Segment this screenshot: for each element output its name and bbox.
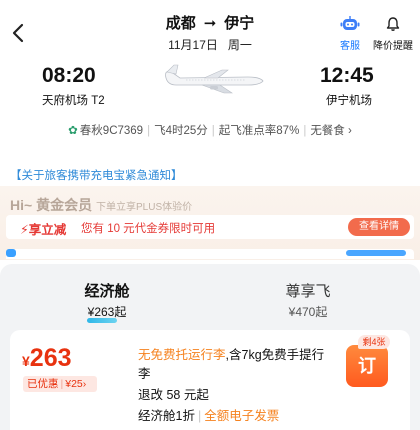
book-button[interactable]: 订 — [346, 345, 388, 387]
price-alert-button[interactable]: 降价提醒 — [368, 16, 418, 52]
coupon-promo-bar[interactable]: ⚡享立减 您有 10 元代金券限时可用 查看详情 — [6, 215, 414, 239]
chevron-right-icon: › — [344, 125, 352, 137]
lightning-icon: ⚡ — [20, 223, 29, 237]
from-city: 成都 — [165, 15, 196, 32]
fare-price: ¥263 — [22, 344, 72, 373]
tab-premium-name: 尊享飞 — [285, 283, 331, 300]
baggage-highlight: 无免费托运行李 — [138, 348, 226, 362]
customer-service-label: 客服 — [340, 41, 360, 52]
arrival-airport: 伊宁机场 — [326, 95, 372, 107]
peek-left-marker — [6, 249, 16, 257]
departure-airport: 天府机场 T2 — [42, 95, 105, 107]
airline-logo-icon: ✿ — [68, 125, 78, 137]
robot-icon — [340, 16, 360, 30]
promo-tag: ⚡享立减 — [20, 219, 66, 238]
discount-label: 已优惠 — [27, 378, 59, 390]
member-subtitle: 下单立享PLUS体验价 — [96, 202, 193, 213]
to-city: 伊宁 — [224, 15, 255, 32]
price-alert-label: 降价提醒 — [373, 41, 413, 52]
tab-economy[interactable]: 经济舱 ¥263起 — [47, 280, 167, 323]
power-bank-notice-link[interactable]: 【关于旅客携带充电宝紧急通知】 — [10, 167, 183, 183]
refund-info[interactable]: 退改 58 元起 — [138, 384, 209, 403]
departure-time: 08:20 — [42, 64, 96, 87]
active-tab-indicator — [87, 318, 117, 323]
flight-duration: 飞4时25分 — [154, 125, 208, 137]
tab-economy-name: 经济舱 — [84, 283, 130, 300]
arrival-time: 12:45 — [320, 64, 374, 87]
chevron-right-icon: › — [82, 378, 87, 390]
date-text: 11月17日 — [168, 38, 218, 52]
divider: | — [147, 125, 151, 137]
divider: | — [60, 378, 64, 390]
partially-hidden-card — [6, 249, 414, 259]
top-bar: 成都 ➞ 伊宁 11月17日 周一 客服 降价提醒 — [0, 0, 420, 62]
tab-premium-price: ¥470起 — [288, 305, 328, 319]
currency-symbol: ¥ — [22, 353, 30, 369]
promo-tag-label: 享立减 — [28, 223, 67, 237]
view-details-button[interactable]: 查看详情 — [348, 218, 410, 236]
divider: | — [197, 409, 202, 423]
member-title: Hi~ 黄金会员 — [10, 197, 93, 213]
flight-info-row[interactable]: ✿ 春秋9C7369 | 飞4时25分 | 起飞准点率87% | 无餐食 › — [0, 122, 420, 138]
discount-badge[interactable]: 已优惠 | ¥25› — [23, 376, 97, 392]
meal-info: 无餐食 — [310, 125, 345, 137]
baggage-info: 无免费托运行李,含7kg免费手提行李 — [138, 346, 328, 384]
invoice-info: 全额电子发票 — [204, 409, 280, 423]
discount-value: ¥25 — [65, 378, 83, 390]
fare-price-value: 263 — [29, 344, 72, 372]
on-time-rate: 起飞准点率87% — [218, 125, 300, 137]
divider: | — [303, 125, 307, 137]
cabin-class-discount: 经济舱1折 — [138, 409, 195, 423]
peek-right-marker — [346, 250, 406, 256]
bell-icon — [386, 17, 400, 31]
route-arrow-icon: ➞ — [203, 15, 217, 32]
airplane-icon — [165, 64, 264, 94]
weekday-text: 周一 — [227, 38, 252, 52]
promo-text: 您有 10 元代金券限时可用 — [81, 223, 216, 235]
customer-service-button[interactable]: 客服 — [334, 16, 366, 52]
airline-flight-number: 春秋9C7369 — [79, 125, 144, 137]
divider: | — [211, 125, 215, 137]
remaining-seats-badge: 剩4张 — [358, 335, 390, 349]
class-invoice-row: 经济舱1折 | 全额电子发票 — [138, 405, 279, 424]
tab-premium[interactable]: 尊享飞 ¥470起 — [248, 280, 368, 320]
